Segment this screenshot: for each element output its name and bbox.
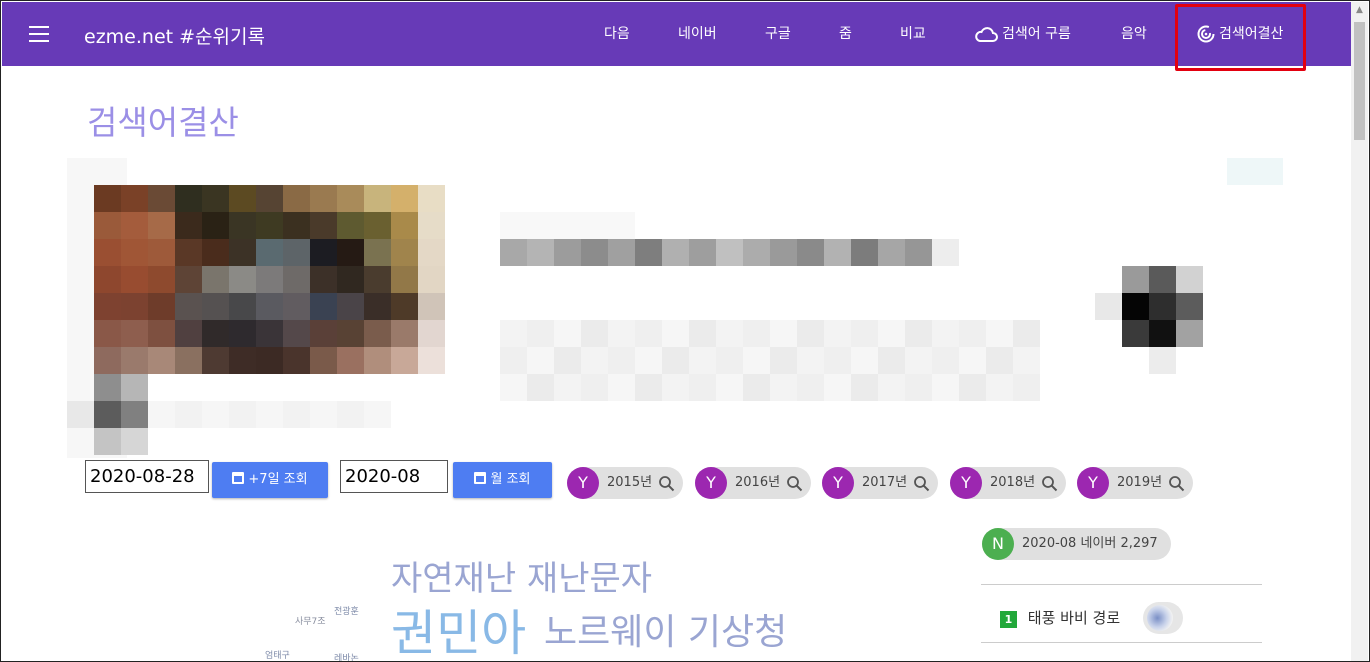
month-search-button[interactable]: 월 조회 <box>453 462 552 498</box>
nav-google[interactable]: 구글 <box>765 2 791 66</box>
calendar-icon <box>474 472 487 484</box>
naver-source-label: 2020-08 네이버 2,297 <box>1022 536 1158 551</box>
search-icon <box>914 476 930 492</box>
word-cloud-word[interactable]: 권민아 <box>391 594 526 661</box>
divider <box>981 642 1262 643</box>
year-chip-label: 2018년 <box>990 475 1036 490</box>
year-chip-2019[interactable]: Y 2019년 <box>1077 467 1193 499</box>
week-search-button[interactable]: +7일 조회 <box>212 462 328 498</box>
nav-naver[interactable]: 네이버 <box>678 2 717 66</box>
year-avatar: Y <box>950 467 982 499</box>
word-cloud-word[interactable]: 엄태구 <box>265 648 290 661</box>
rank-item[interactable]: 1 태풍 바비 경로 <box>1000 602 1183 634</box>
nav-music[interactable]: 음악 <box>1121 2 1147 66</box>
nav-zum[interactable]: 줌 <box>839 2 852 66</box>
site-brand[interactable]: ezme.net #순위기록 <box>84 22 265 49</box>
year-avatar: Y <box>822 467 854 499</box>
calendar-icon <box>232 472 245 484</box>
rank-thumbnail <box>1143 602 1183 634</box>
month-search-label: 월 조회 <box>490 472 531 487</box>
word-cloud-word[interactable]: 자연재난 재난문자 <box>391 551 652 600</box>
year-chip-2015[interactable]: Y 2015년 <box>567 467 683 499</box>
year-chip-label: 2019년 <box>1117 475 1163 490</box>
word-cloud-word[interactable]: 레바논 <box>334 651 359 661</box>
search-icon <box>1169 476 1185 492</box>
menu-icon[interactable] <box>29 26 49 42</box>
word-cloud-word[interactable]: 전광훈 <box>334 604 359 617</box>
search-icon <box>659 476 675 492</box>
rank-badge: 1 <box>1000 611 1017 628</box>
word-cloud-word[interactable]: 노르웨이 기상청 <box>544 603 787 655</box>
year-chip-label: 2015년 <box>607 475 653 490</box>
naver-source-chip[interactable]: N 2020-08 네이버 2,297 <box>982 528 1171 560</box>
page-title: 검색어결산 <box>87 103 239 142</box>
rank-keyword: 태풍 바비 경로 <box>1027 609 1121 627</box>
year-avatar: Y <box>1077 467 1109 499</box>
year-chip-label: 2016년 <box>735 475 781 490</box>
scroll-up-arrow-icon[interactable]: ▲ <box>1352 2 1367 19</box>
scroll-thumb[interactable] <box>1354 22 1365 140</box>
week-search-label: +7일 조회 <box>248 472 308 487</box>
naver-avatar: N <box>982 528 1014 560</box>
word-cloud-word[interactable]: 사무7조 <box>295 614 326 627</box>
nav-keyword-cloud[interactable]: 검색어 구름 <box>974 2 1071 66</box>
date-input[interactable] <box>85 460 209 493</box>
nav-compare[interactable]: 비교 <box>900 2 926 66</box>
year-chip-2017[interactable]: Y 2017년 <box>822 467 938 499</box>
year-avatar: Y <box>567 467 599 499</box>
cloud-icon <box>975 27 998 42</box>
year-avatar: Y <box>695 467 727 499</box>
year-chip-2016[interactable]: Y 2016년 <box>695 467 811 499</box>
browser-viewport: ezme.net #순위기록 다음 네이버 구글 줌 비교 검색어 구름 음악 … <box>0 0 1370 662</box>
nav-daum[interactable]: 다음 <box>604 2 630 66</box>
year-chip-2018[interactable]: Y 2018년 <box>950 467 1066 499</box>
active-nav-highlight <box>1175 4 1306 71</box>
month-input[interactable] <box>340 460 448 493</box>
vertical-scrollbar[interactable]: ▲ <box>1351 2 1368 661</box>
search-icon <box>1042 476 1058 492</box>
search-icon <box>787 476 803 492</box>
pixelated-banner-image[interactable] <box>67 158 1283 458</box>
year-chip-label: 2017년 <box>862 475 908 490</box>
divider <box>981 584 1262 585</box>
top-app-bar: ezme.net #순위기록 다음 네이버 구글 줌 비교 검색어 구름 음악 … <box>2 2 1351 66</box>
nav-keyword-cloud-label: 검색어 구름 <box>1002 26 1071 42</box>
